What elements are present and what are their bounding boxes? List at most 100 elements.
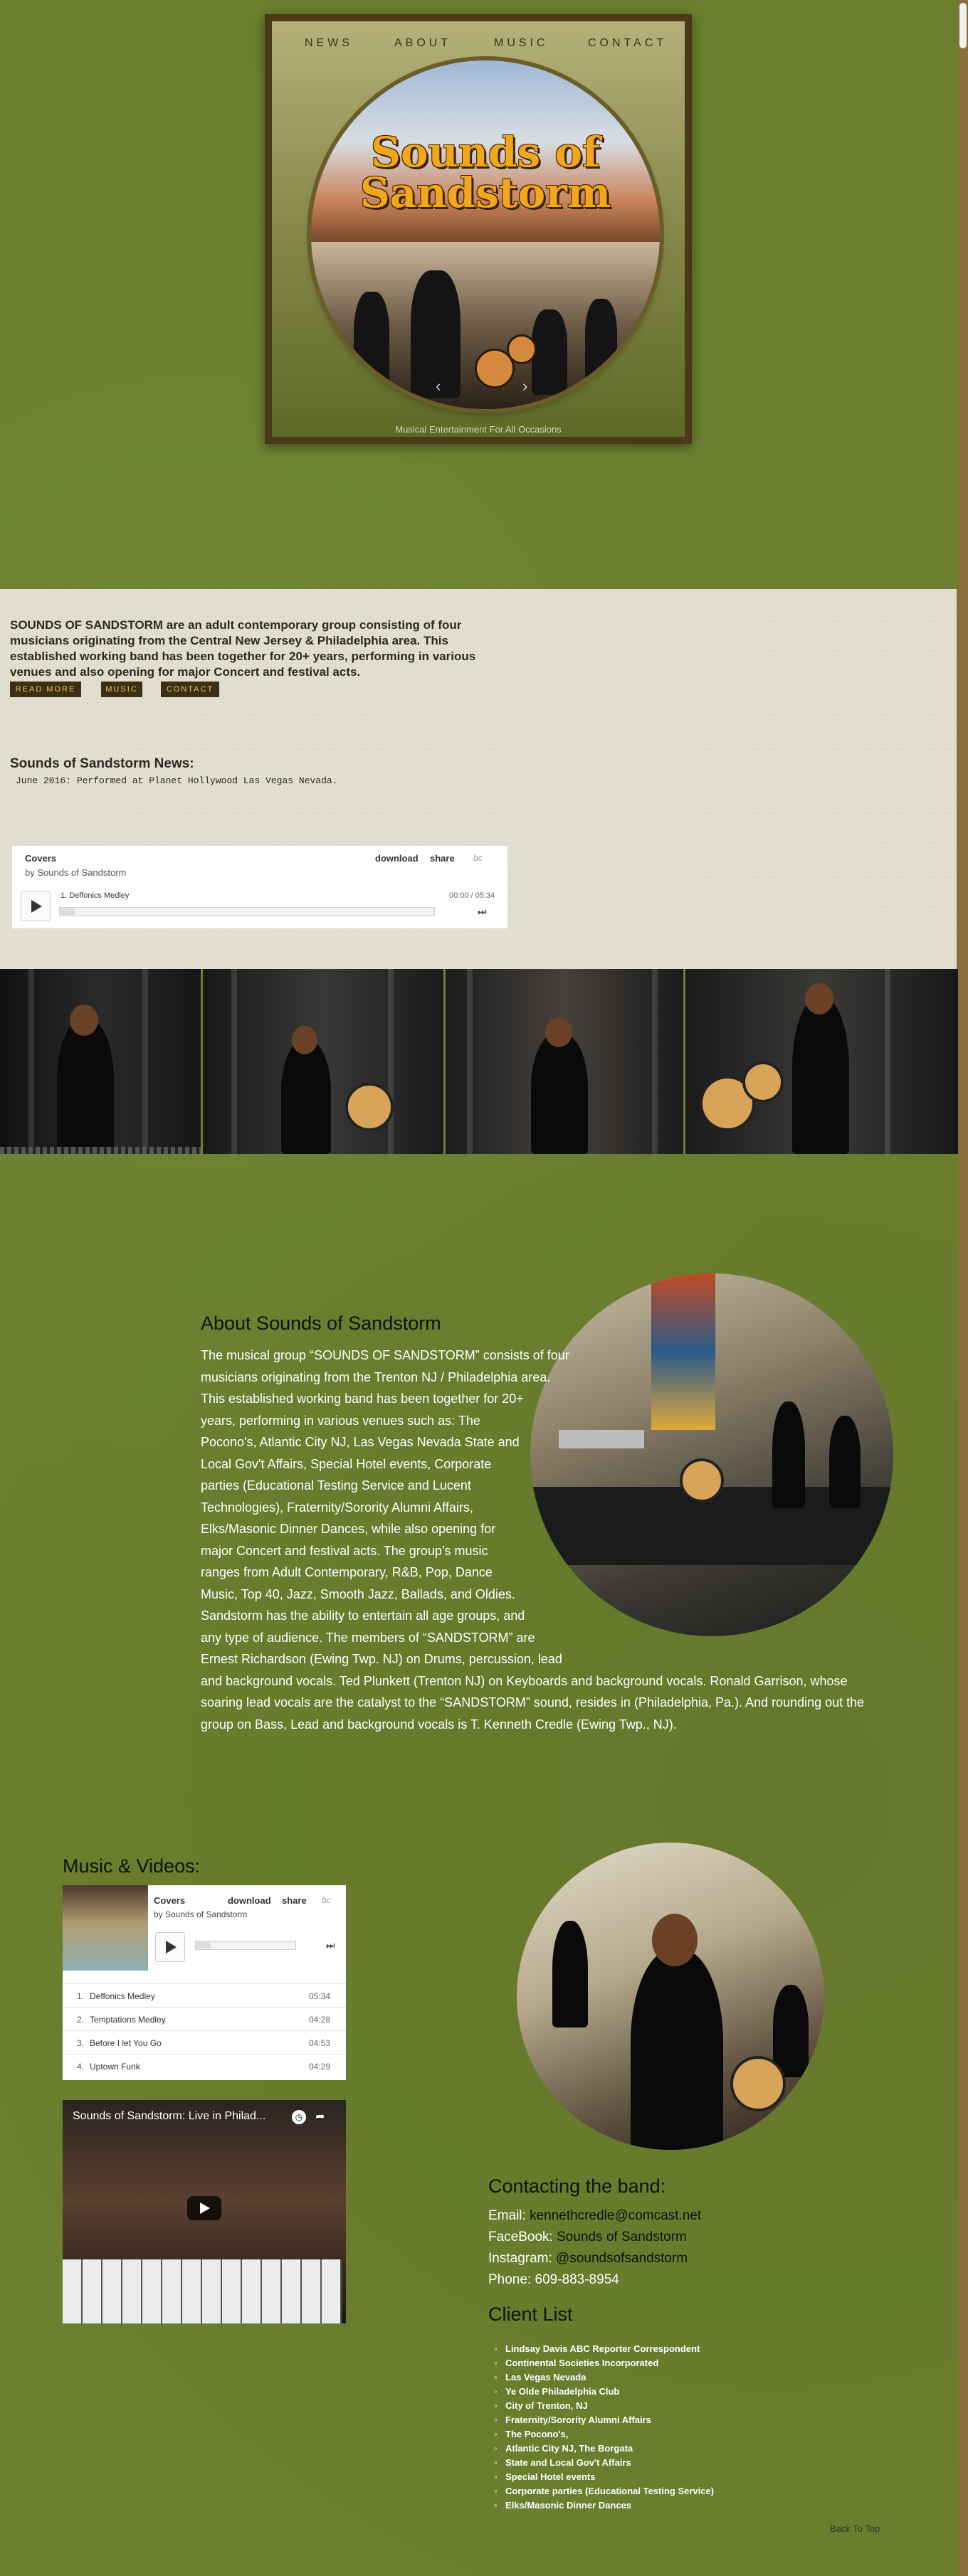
watch-later-icon[interactable]: ◷: [292, 2110, 306, 2124]
track-number: 3.: [77, 2038, 85, 2048]
bandcamp-logo[interactable]: bc: [322, 1895, 331, 1905]
track-row[interactable]: 1. Deffonics Medley 05:34: [63, 1983, 346, 2008]
track-number: 2.: [77, 2015, 85, 2025]
track-number: 4.: [77, 2062, 85, 2072]
nav-music[interactable]: MUSIC: [494, 37, 549, 50]
progress-bar[interactable]: [195, 1941, 296, 1950]
about-title: About Sounds of Sandstorm: [201, 1313, 441, 1334]
track-row[interactable]: 4. Uptown Funk 04:29: [63, 2054, 346, 2078]
gallery-photo[interactable]: [446, 969, 685, 1154]
contact-button[interactable]: CONTACT: [161, 682, 219, 697]
piano-key: [322, 2259, 342, 2323]
share-icon[interactable]: ➦: [313, 2110, 327, 2124]
bassist-figure: [585, 298, 617, 384]
slider-next-icon[interactable]: ›: [522, 377, 527, 396]
client-item: City of Trenton, NJ: [494, 2400, 588, 2411]
performer-figure: [792, 997, 849, 1154]
scrollbar-thumb[interactable]: [959, 3, 967, 48]
band-photo: [311, 241, 660, 409]
site-header: NEWS ABOUT MUSIC CONTACT Sounds of Sands…: [265, 14, 692, 444]
youtube-embed[interactable]: Sounds of Sandstorm: Live in Philad... ◷…: [63, 2100, 346, 2323]
news-item: June 2016: Performed at Planet Hollywood…: [16, 775, 338, 786]
bandcamp-player-small: Covers by Sounds of Sandstorm download s…: [11, 845, 508, 929]
instagram-link[interactable]: @soundsofsandstorm: [556, 2251, 688, 2266]
performer-figure: [57, 1019, 114, 1154]
keyboardist-figure: [532, 309, 567, 395]
gallery-pager[interactable]: [0, 1147, 201, 1154]
page-scrollbar[interactable]: [958, 0, 968, 2576]
back-to-top-link[interactable]: Back To Top: [830, 2523, 880, 2534]
nav-about[interactable]: ABOUT: [394, 37, 451, 50]
logo-line-2: Sandstorm: [359, 169, 611, 217]
album-artist: by Sounds of Sandstorm: [154, 1909, 248, 1919]
piano-key: [242, 2259, 262, 2323]
album-title: Covers: [25, 853, 57, 864]
music-title: Music & Videos:: [63, 1855, 201, 1877]
piano-key: [282, 2259, 302, 2323]
download-link[interactable]: download: [375, 853, 419, 864]
client-item: Continental Societies Incorporated: [494, 2358, 658, 2368]
curtain: [467, 969, 473, 1154]
piano-key: [262, 2259, 282, 2323]
curtain: [652, 969, 658, 1154]
bandcamp-player: Covers by Sounds of Sandstorm download s…: [63, 1885, 346, 2080]
gallery-photo[interactable]: [685, 969, 958, 1154]
intro-text: SOUNDS OF SANDSTORM are an adult contemp…: [10, 618, 476, 679]
download-link[interactable]: download: [228, 1895, 271, 1906]
client-item: Lindsay Davis ABC Reporter Correspondent: [494, 2343, 700, 2354]
video-play-button[interactable]: [187, 2196, 221, 2220]
news-title: Sounds of Sandstorm News:: [10, 756, 194, 771]
contact-email: Email: kennethcredle@comcast.net: [488, 2208, 701, 2224]
read-more-button[interactable]: READ MORE: [10, 682, 81, 697]
intro-panel: SOUNDS OF SANDSTORM are an adult contemp…: [0, 589, 957, 969]
track-duration: 05:34: [308, 1991, 330, 2001]
piano-key: [182, 2259, 202, 2323]
next-track-icon[interactable]: ⏭: [326, 1939, 335, 1951]
facebook-label: FaceBook:: [488, 2230, 557, 2244]
performer-head: [545, 1017, 572, 1047]
share-link[interactable]: share: [430, 853, 455, 864]
nav-contact[interactable]: CONTACT: [588, 37, 667, 50]
contact-title: Contacting the band:: [488, 2175, 666, 2197]
drum: [507, 334, 537, 364]
share-link[interactable]: share: [282, 1895, 307, 1906]
email-link[interactable]: kennethcredle@comcast.net: [530, 2208, 701, 2223]
piano-key: [302, 2259, 322, 2323]
track-name: Temptations Medley: [90, 2015, 166, 2025]
client-item: Las Vegas Nevada: [494, 2372, 586, 2382]
track-name: Uptown Funk: [90, 2062, 140, 2072]
facebook-link[interactable]: Sounds of Sandstorm: [557, 2230, 687, 2244]
progress-bar[interactable]: [59, 907, 435, 916]
current-track: 1. Deffonics Medley: [60, 891, 130, 900]
gallery-photo[interactable]: [203, 969, 446, 1154]
header-panel: NEWS ABOUT MUSIC CONTACT Sounds of Sands…: [272, 21, 685, 437]
client-item: Elks/Masonic Dinner Dances: [494, 2500, 631, 2511]
performer-figure: [531, 1033, 588, 1154]
performer-head: [292, 1026, 317, 1054]
play-button[interactable]: [21, 891, 51, 921]
piano-key: [102, 2259, 122, 2323]
next-track-icon[interactable]: ⏭: [478, 906, 487, 918]
music-button[interactable]: MUSIC: [101, 682, 142, 697]
video-title[interactable]: Sounds of Sandstorm: Live in Philad...: [73, 2110, 265, 2123]
piano-key: [202, 2259, 222, 2323]
client-list-title: Client List: [488, 2304, 573, 2325]
track-name: Deffonics Medley: [90, 1991, 155, 2001]
track-row[interactable]: 2. Temptations Medley 04:28: [63, 2007, 346, 2031]
contact-instagram: Instagram: @soundsofsandstorm: [488, 2251, 688, 2267]
drum: [730, 2056, 786, 2111]
album-artist: by Sounds of Sandstorm: [25, 867, 127, 878]
slider-prev-icon[interactable]: ‹: [436, 377, 441, 396]
album-art[interactable]: [63, 1885, 148, 1971]
header-slider: Sounds of Sandstorm: [311, 60, 660, 409]
bandcamp-logo[interactable]: bc: [473, 853, 483, 863]
client-item: State and Local Gov't Affairs: [494, 2457, 631, 2468]
track-number: 1.: [77, 1991, 85, 2001]
track-row[interactable]: 3. Before I let You Go 04:53: [63, 2030, 346, 2055]
about-text: The musical group “SOUNDS OF SANDSTORM” …: [201, 1345, 890, 1735]
play-button[interactable]: [155, 1932, 185, 1962]
curtain: [231, 969, 237, 1154]
gallery-photo[interactable]: [0, 969, 203, 1154]
nav-news[interactable]: NEWS: [305, 37, 353, 50]
piano-key: [122, 2259, 142, 2323]
